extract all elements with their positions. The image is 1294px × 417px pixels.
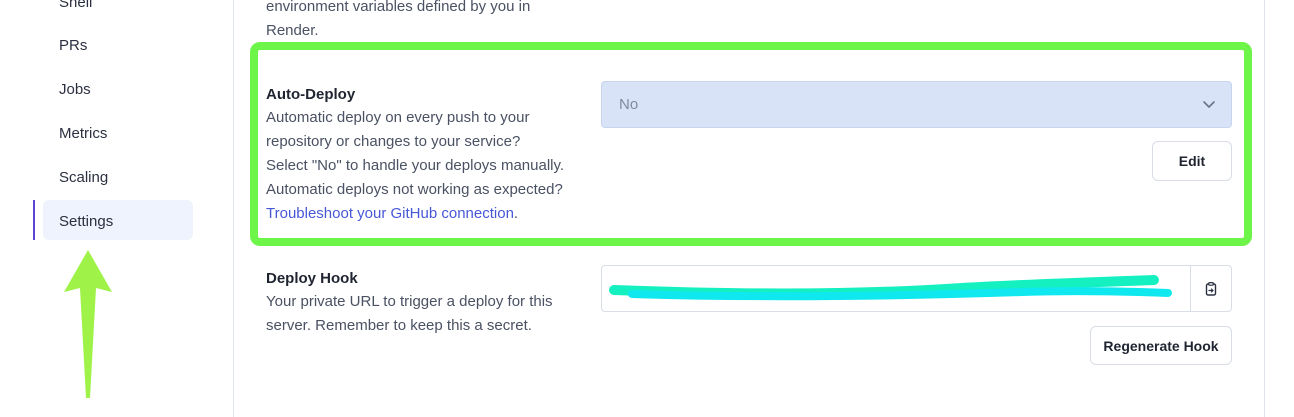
env-desc-line1: environment variables defined by you in (266, 0, 531, 15)
redaction-scribble (609, 275, 1172, 301)
sidebar-item-prs[interactable]: PRs (59, 37, 87, 54)
regenerate-hook-button[interactable]: Regenerate Hook (1090, 326, 1232, 365)
content-border (1264, 0, 1265, 417)
sidebar-item-scaling[interactable]: Scaling (59, 169, 108, 186)
sidebar-divider (233, 0, 234, 417)
env-desc-line2: Render. (266, 22, 319, 39)
deploy-hook-title: Deploy Hook (266, 270, 358, 287)
sidebar-item-shell[interactable]: Shell (59, 0, 92, 11)
sidebar-item-jobs[interactable]: Jobs (59, 81, 91, 98)
deploy-hook-desc-1: Your private URL to trigger a deploy for… (266, 293, 553, 310)
deploy-hook-url-field[interactable] (601, 265, 1191, 312)
deploy-hook-desc-2: server. Remember to keep this a secret. (266, 317, 532, 334)
sidebar-item-metrics[interactable]: Metrics (59, 125, 107, 142)
sidebar-item-settings[interactable]: Settings (59, 213, 113, 230)
annotation-highlight-box (250, 42, 1252, 246)
clipboard-icon (1205, 281, 1217, 296)
active-indicator (33, 200, 35, 240)
copy-hook-button[interactable] (1190, 265, 1232, 312)
sidebar: Shell PRs Jobs Metrics Scaling Settings (0, 0, 233, 417)
arrow-up-icon (64, 250, 112, 398)
